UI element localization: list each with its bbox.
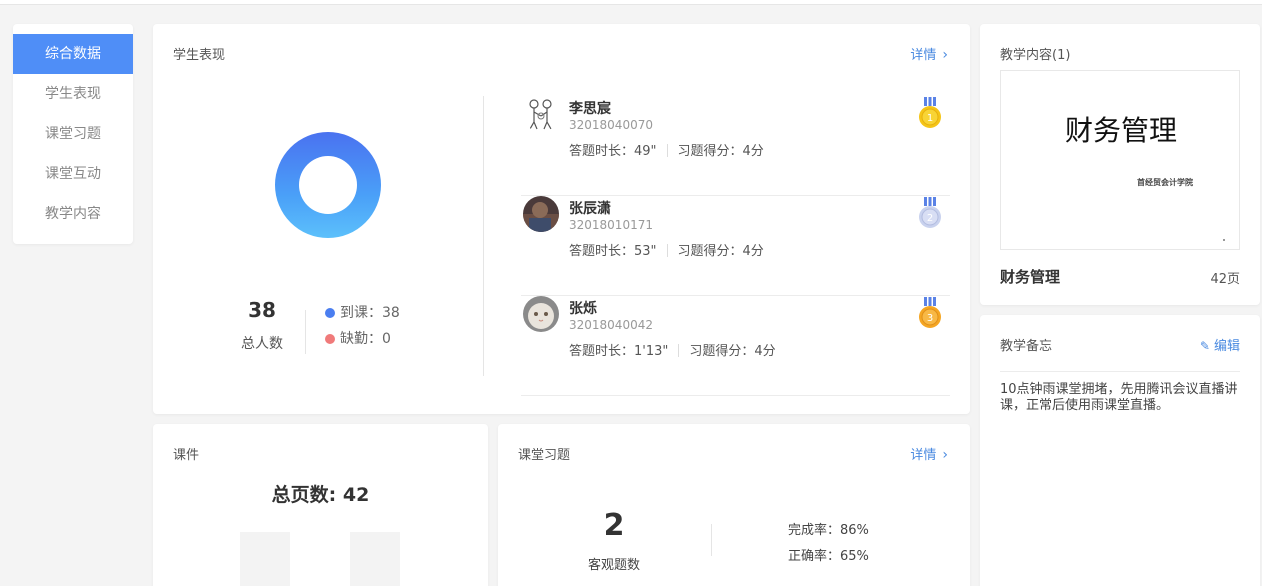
answer-time: 答题时长：1'13"	[569, 344, 669, 359]
teaching-memo-card: 教学备忘 ✎ 编辑 10点钟雨课堂拥堵，先用腾讯会议直播讲课，正常后使用雨课堂直播…	[980, 315, 1260, 586]
svg-text:3: 3	[927, 313, 933, 324]
legend-absent: 缺勤：0	[325, 328, 391, 348]
detail-link[interactable]: 详情 ›	[910, 44, 948, 63]
student-name: 张烁	[569, 301, 597, 317]
sidebar-item-class-interaction[interactable]: 课堂互动	[13, 154, 133, 194]
avatar	[523, 96, 559, 132]
present-label: 到课：38	[340, 305, 400, 321]
courseware-card: 课件 总页数: 42	[153, 424, 488, 586]
slide-subtitle: 首经贸会计学院	[1137, 177, 1193, 187]
page-thumbnail[interactable]	[240, 532, 290, 586]
total-label: 总人数	[241, 336, 283, 352]
student-performance-card: 学生表现 详情 › 38 总人数 到课：38 缺勤：0 李思宸 320180400…	[153, 24, 970, 414]
accuracy-rate: 正确率：65%	[788, 549, 869, 564]
sidebar-nav: 综合数据 学生表现 课堂习题 课堂互动 教学内容	[13, 24, 133, 244]
student-name: 李思宸	[569, 101, 611, 117]
student-name: 张辰潇	[569, 201, 611, 217]
memo-text: 10点钟雨课堂拥堵，先用腾讯会议直播讲课，正常后使用雨课堂直播。	[1000, 382, 1238, 413]
edit-button[interactable]: ✎ 编辑	[1200, 335, 1240, 354]
detail-link[interactable]: 详情 ›	[910, 444, 948, 463]
chevron-right-icon: ›	[942, 47, 948, 63]
student-stats: 答题时长：49" 习题得分：4分	[569, 140, 764, 159]
student-stats: 答题时长：53" 习题得分：4分	[569, 240, 764, 259]
class-exercises-card: 课堂习题 详情 › 2 客观题数 完成率：86% 正确率：65%	[498, 424, 970, 586]
student-row[interactable]: 李思宸 32018040070 答题时长：49" 习题得分：4分 1	[521, 96, 950, 196]
divider	[1000, 371, 1240, 372]
present-dot-icon	[325, 308, 335, 318]
slide-mark	[1223, 239, 1225, 241]
attendance-donut-chart	[275, 132, 381, 238]
total-pages: 总页数: 42	[271, 484, 370, 506]
divider	[666, 144, 668, 157]
answer-time: 答题时长：53"	[569, 244, 657, 259]
student-stats: 答题时长：1'13" 习题得分：4分	[569, 340, 776, 359]
card-title: 课件	[173, 448, 200, 463]
divider	[711, 524, 712, 556]
legend-present: 到课：38	[325, 302, 400, 322]
slide-title: 财务管理	[1064, 114, 1177, 147]
divider	[305, 310, 306, 354]
teaching-content-card: 教学内容(1) 财务管理 首经贸会计学院 财务管理 42页	[980, 24, 1260, 305]
card-title: 课堂习题	[518, 448, 571, 463]
student-id: 32018010171	[569, 218, 653, 232]
absent-dot-icon	[325, 334, 335, 344]
exercise-score: 习题得分：4分	[677, 244, 764, 259]
exercise-score: 习题得分：4分	[677, 144, 764, 159]
divider	[483, 96, 484, 376]
slide-thumbnail[interactable]: 财务管理 首经贸会计学院	[1000, 70, 1240, 250]
avatar	[523, 296, 559, 332]
chevron-right-icon: ›	[942, 447, 948, 463]
card-title: 教学备忘	[1000, 339, 1053, 354]
detail-label: 详情	[910, 448, 937, 463]
page-thumbnail[interactable]	[350, 532, 400, 586]
divider	[666, 244, 668, 257]
sidebar-item-teaching-content[interactable]: 教学内容	[13, 194, 133, 234]
student-id: 32018040042	[569, 318, 653, 332]
card-title: 教学内容(1)	[1000, 48, 1071, 63]
divider	[678, 344, 680, 357]
total-count: 38	[248, 298, 276, 322]
gold-medal-icon: 1	[918, 96, 942, 132]
avatar	[523, 196, 559, 232]
objective-question-count: 2	[603, 508, 625, 543]
completion-rate: 完成率：86%	[788, 523, 869, 538]
card-title: 学生表现	[173, 48, 226, 63]
student-row[interactable]: 张辰潇 32018010171 答题时长：53" 习题得分：4分 2	[521, 196, 950, 296]
answer-time: 答题时长：49"	[569, 144, 657, 159]
edit-label: 编辑	[1213, 339, 1240, 354]
sidebar-item-overview[interactable]: 综合数据	[13, 34, 133, 74]
top-bar	[0, 0, 1262, 5]
student-id: 32018040070	[569, 118, 653, 132]
objective-question-label: 客观题数	[587, 558, 640, 573]
document-pages: 42页	[1210, 272, 1240, 287]
bronze-medal-icon: 3	[918, 296, 942, 332]
sidebar-item-student-performance[interactable]: 学生表现	[13, 74, 133, 114]
sidebar-item-class-exercises[interactable]: 课堂习题	[13, 114, 133, 154]
svg-text:2: 2	[927, 213, 933, 224]
absent-label: 缺勤：0	[340, 331, 391, 347]
detail-label: 详情	[910, 48, 937, 63]
student-row[interactable]: 张烁 32018040042 答题时长：1'13" 习题得分：4分 3	[521, 296, 950, 396]
document-name: 财务管理	[1000, 268, 1061, 286]
exercise-score: 习题得分：4分	[689, 344, 776, 359]
svg-text:1: 1	[927, 113, 933, 124]
pencil-icon: ✎	[1199, 339, 1210, 353]
silver-medal-icon: 2	[918, 196, 942, 232]
